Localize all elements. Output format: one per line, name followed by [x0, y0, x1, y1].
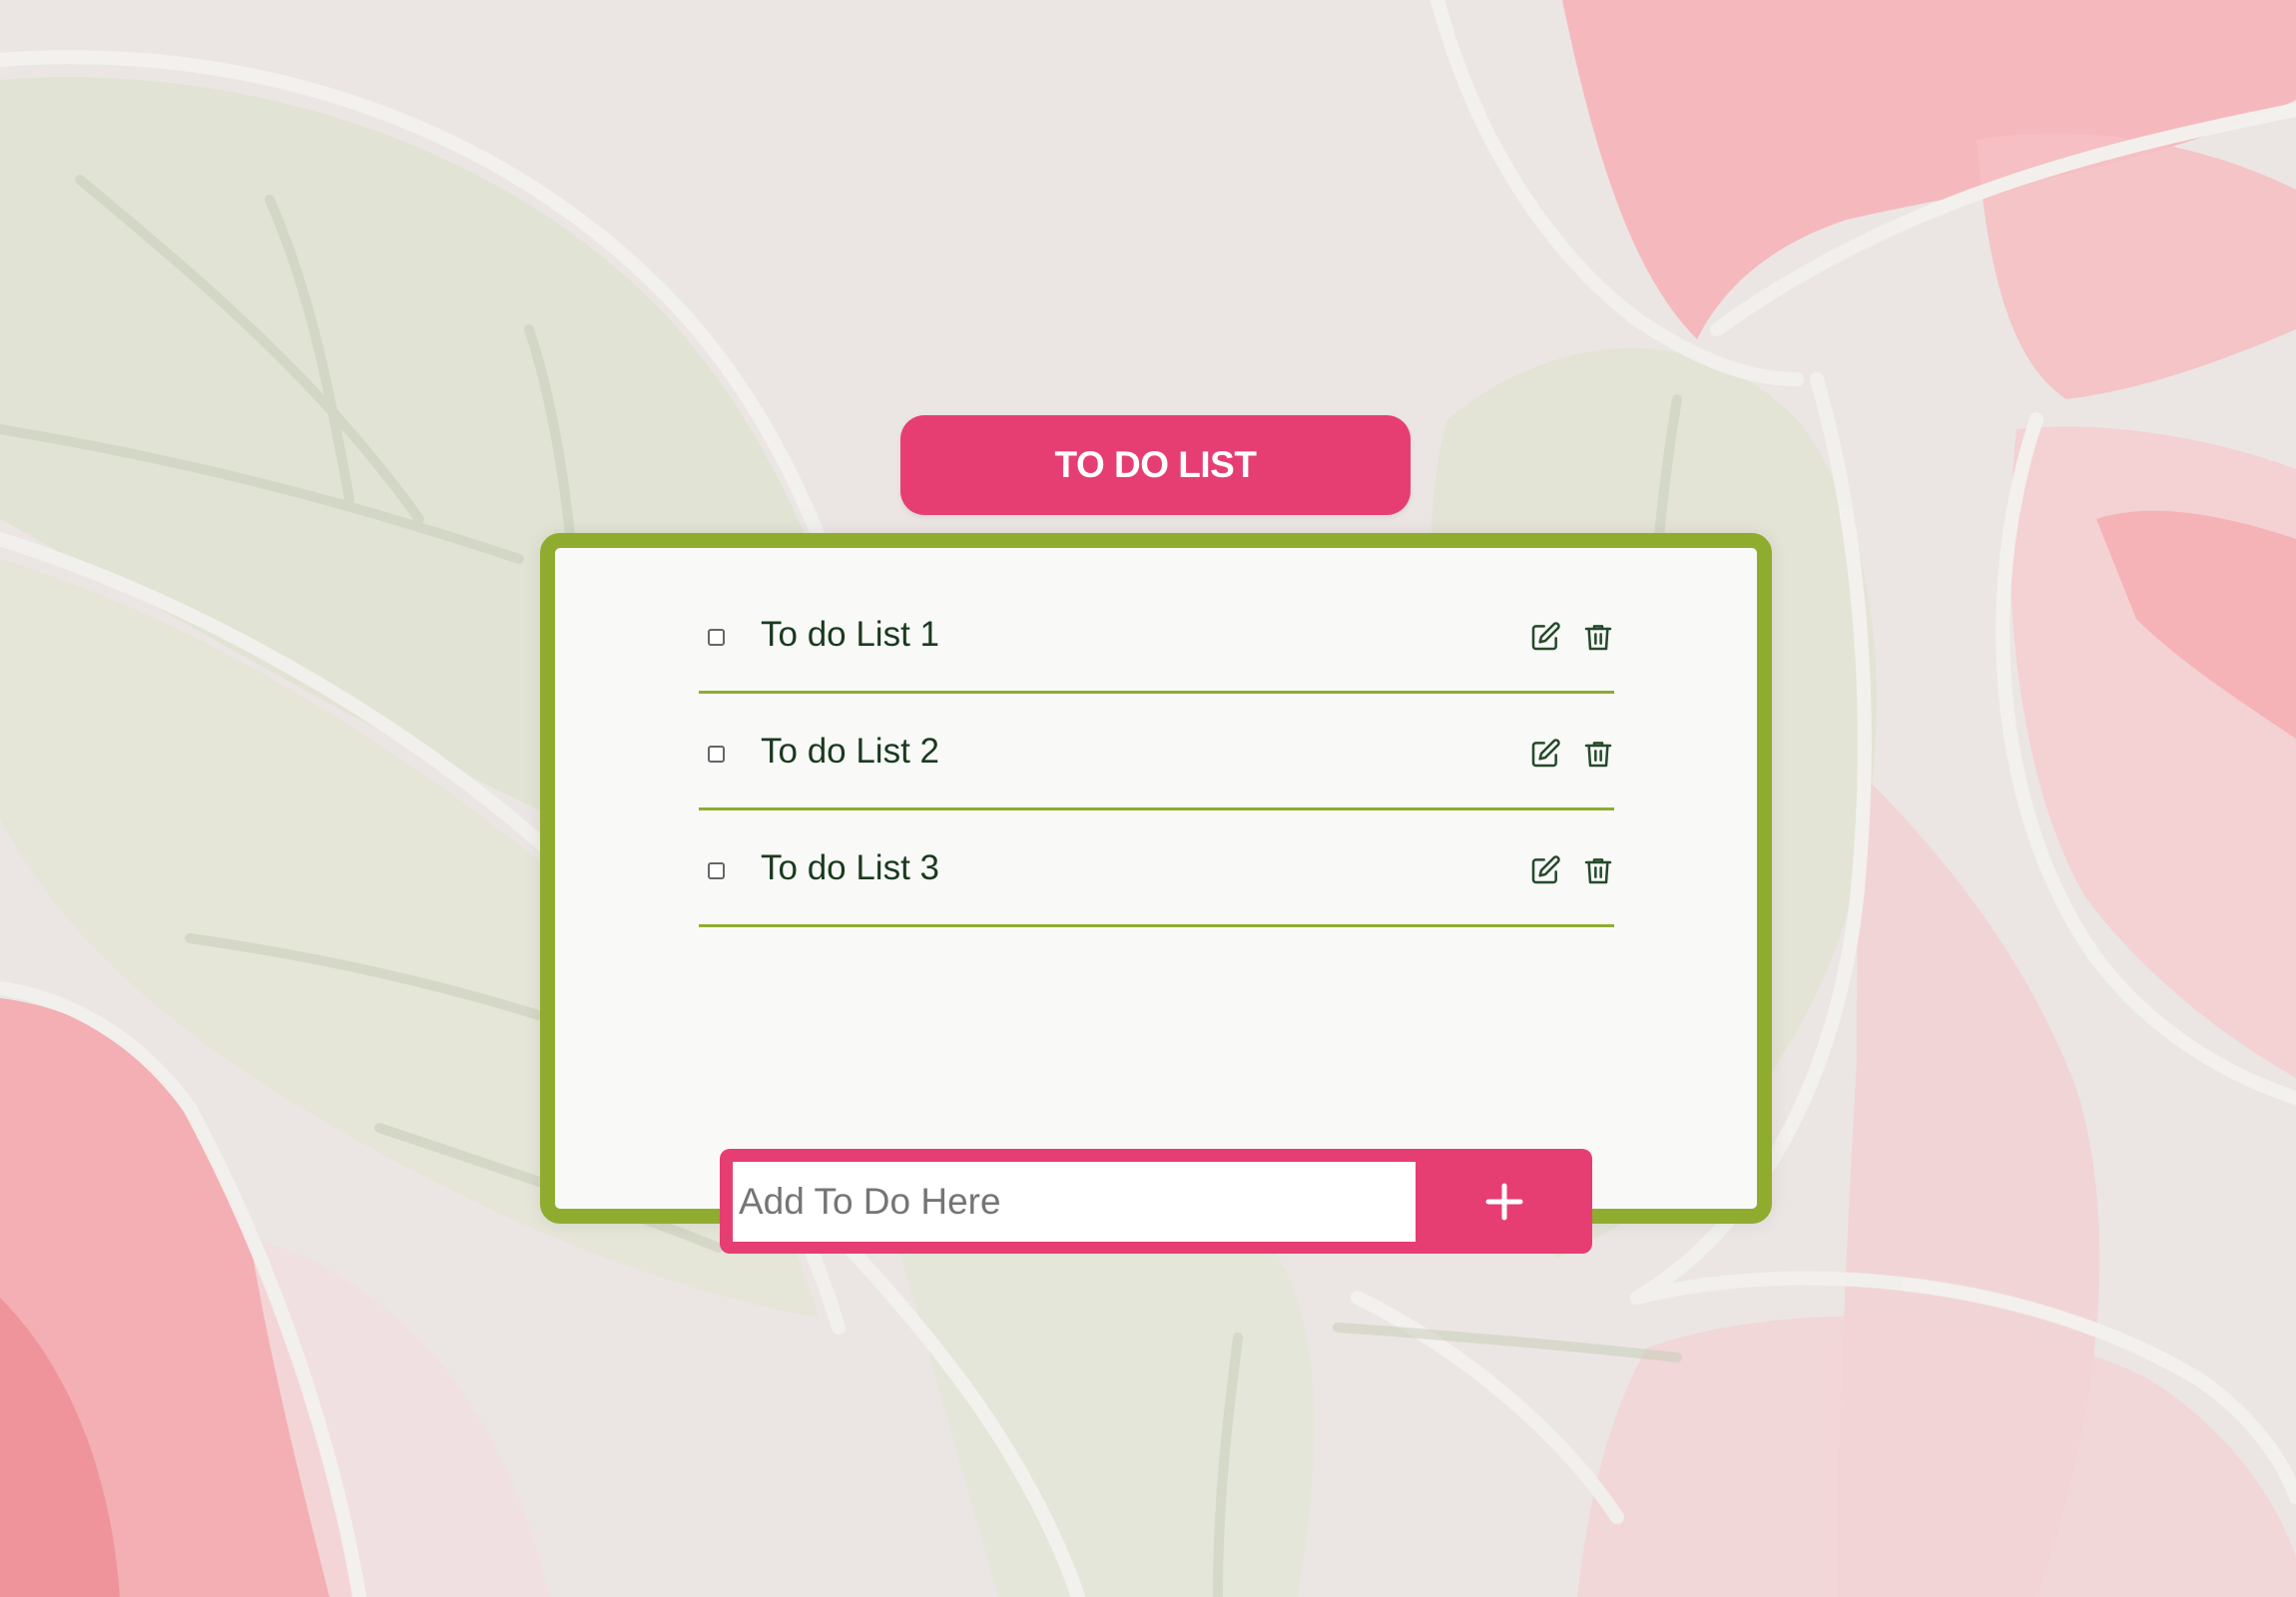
add-todo-input[interactable] — [733, 1162, 1416, 1242]
page-title: TO DO LIST — [900, 415, 1411, 515]
edit-icon[interactable] — [1529, 621, 1561, 653]
edit-icon[interactable] — [1529, 738, 1561, 770]
list-item: To do List 2 — [699, 694, 1614, 810]
trash-icon[interactable] — [1582, 854, 1614, 886]
trash-icon[interactable] — [1582, 738, 1614, 770]
todo-label: To do List 3 — [761, 848, 939, 887]
todo-checkbox[interactable] — [708, 862, 725, 879]
add-todo-bar — [720, 1149, 1592, 1254]
plus-icon — [1485, 1183, 1522, 1220]
edit-icon[interactable] — [1529, 854, 1561, 886]
todo-checkbox[interactable] — [708, 746, 725, 763]
todo-label: To do List 2 — [761, 732, 939, 771]
todo-label: To do List 1 — [761, 615, 939, 654]
page: TO DO LIST To do List 1 To do List 2 To … — [0, 0, 2296, 1597]
list-item: To do List 3 — [699, 810, 1614, 927]
trash-icon[interactable] — [1582, 621, 1614, 653]
list-item: To do List 1 — [699, 577, 1614, 694]
todo-checkbox[interactable] — [708, 629, 725, 646]
add-todo-button[interactable] — [1416, 1149, 1592, 1254]
